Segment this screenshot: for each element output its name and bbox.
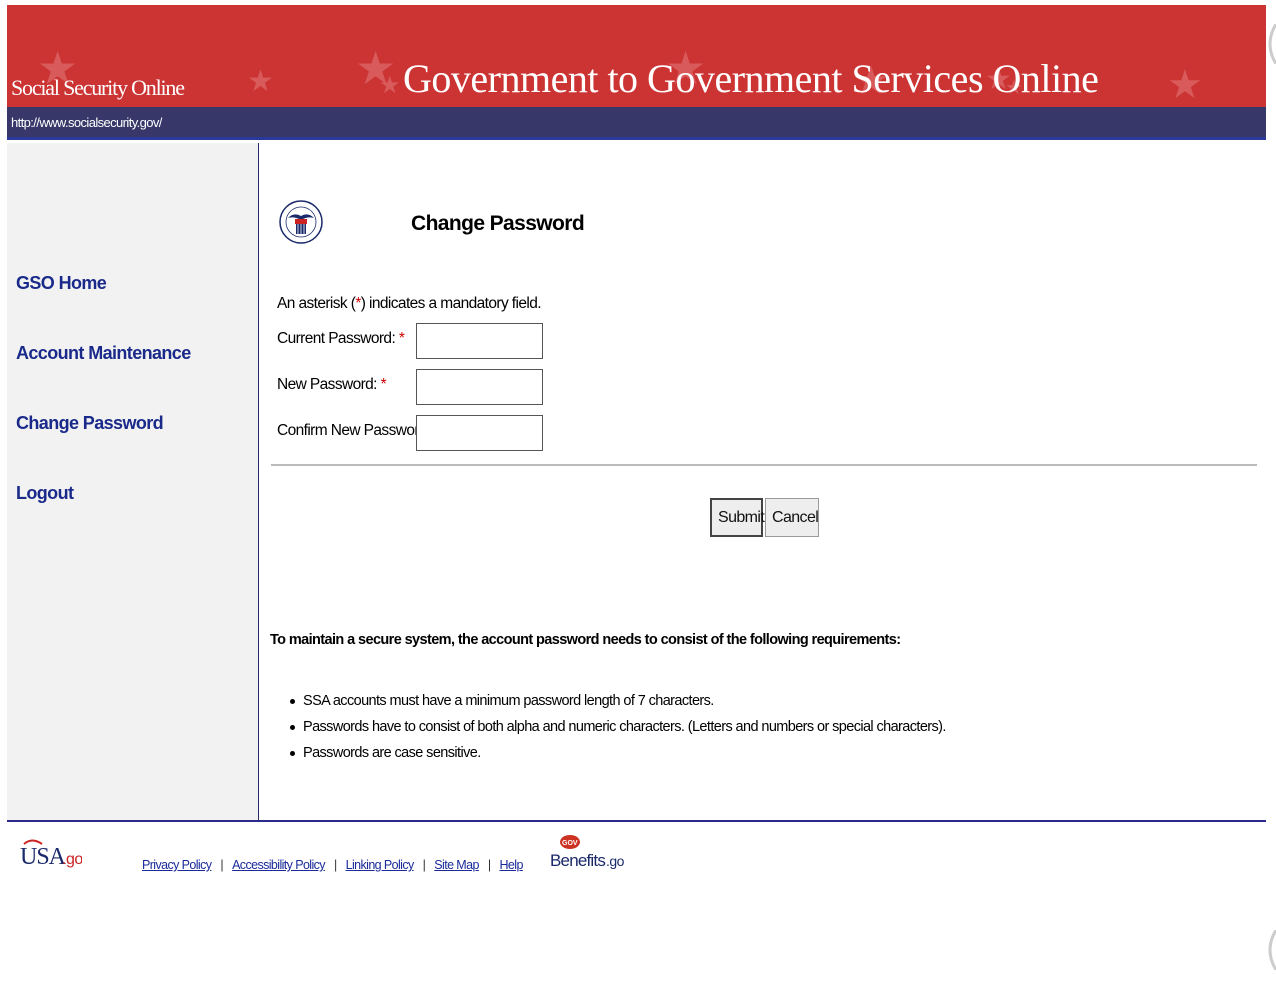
submit-button[interactable]: Submit [710, 498, 765, 537]
cancel-button[interactable]: Cancel [765, 498, 819, 537]
site-header: ★ ★ ★ ★ ★ ★ ★ ★ ★ Social Security Online… [7, 5, 1266, 107]
site-map-link[interactable]: Site Map [434, 858, 479, 872]
banner-title: Government to Government Services Online [403, 56, 1099, 101]
list-item: Passwords are case sensitive. [288, 740, 946, 766]
sidebar-item-change-password[interactable]: Change Password [16, 413, 164, 434]
svg-text:.gov: .gov [606, 853, 624, 869]
benefits-gov-logo[interactable]: GOV Benefits .gov [548, 832, 624, 872]
mandatory-note: An asterisk (*) indicates a mandatory fi… [277, 295, 542, 312]
svg-text:.gov: .gov [62, 851, 82, 868]
sidebar-item-logout[interactable]: Logout [16, 483, 74, 504]
sidebar: GSO Home Account Maintenance Change Pass… [7, 143, 259, 820]
star-decoration-icon: ★ [1167, 62, 1203, 107]
current-password-label: Current Password: * [277, 330, 405, 347]
page-curl-decoration [1268, 930, 1276, 970]
accessibility-policy-link[interactable]: Accessibility Policy [232, 858, 325, 872]
help-link[interactable]: Help [499, 858, 523, 872]
page-title: Change Password [411, 212, 585, 235]
star-decoration-icon: ★ [247, 64, 274, 99]
list-item: SSA accounts must have a minimum passwor… [288, 688, 946, 714]
site-url[interactable]: http://www.socialsecurity.gov/ [11, 115, 162, 130]
svg-text:USA: USA [20, 844, 67, 870]
site-name[interactable]: Social Security Online [11, 75, 185, 101]
linking-policy-link[interactable]: Linking Policy [346, 858, 415, 872]
privacy-policy-link[interactable]: Privacy Policy [142, 858, 212, 872]
page-curl-decoration [1268, 24, 1276, 64]
svg-text:GOV: GOV [562, 840, 578, 847]
requirements-list: SSA accounts must have a minimum passwor… [288, 688, 946, 766]
new-password-field[interactable] [416, 369, 543, 405]
sidebar-item-gso-home[interactable]: GSO Home [16, 273, 107, 294]
footer-divider [7, 820, 1266, 822]
sidebar-item-account-maintenance[interactable]: Account Maintenance [16, 343, 191, 364]
confirm-password-field[interactable] [416, 415, 543, 451]
new-password-label: New Password: * [277, 376, 387, 393]
svg-text:Benefits: Benefits [550, 851, 605, 870]
ssa-seal-icon [279, 200, 323, 244]
list-item: Passwords have to consist of both alpha … [288, 714, 946, 740]
current-password-field[interactable] [416, 323, 543, 359]
usa-gov-logo[interactable]: USA .gov [18, 838, 82, 870]
requirements-intro: To maintain a secure system, the account… [270, 632, 901, 648]
star-decoration-icon: ★ [379, 71, 401, 99]
url-bar: http://www.socialsecurity.gov/ [7, 107, 1266, 140]
form-divider [271, 464, 1257, 466]
footer-links: Privacy Policy | Accessibility Policy | Link… [142, 858, 523, 872]
